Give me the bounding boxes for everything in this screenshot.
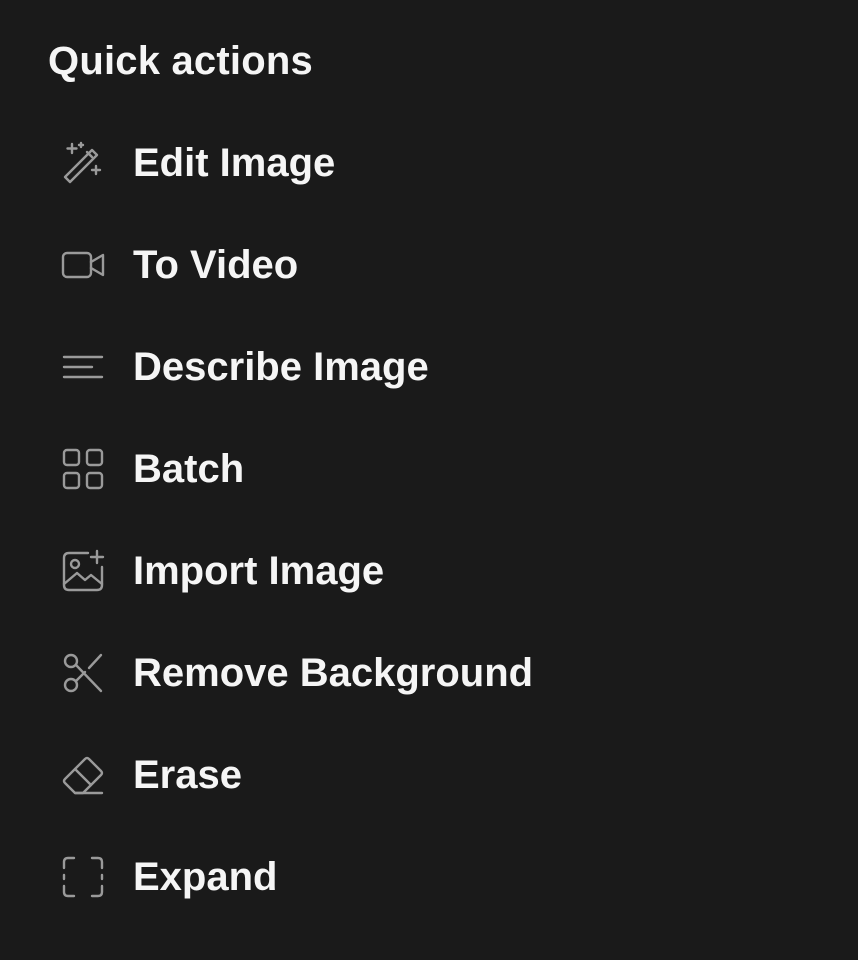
action-batch[interactable]: Batch (0, 418, 858, 520)
scissors-icon (61, 651, 105, 695)
action-import-image[interactable]: Import Image (0, 520, 858, 622)
eraser-icon (61, 753, 105, 797)
quick-actions-list: Edit Image To Video Describe Image Batch… (0, 112, 858, 928)
video-camera-icon (61, 243, 105, 287)
action-expand[interactable]: Expand (0, 826, 858, 928)
action-label: Remove Background (133, 651, 534, 695)
expand-frame-icon (61, 855, 105, 899)
action-erase[interactable]: Erase (0, 724, 858, 826)
action-label: Expand (133, 855, 278, 899)
text-lines-icon (61, 345, 105, 389)
panel-title: Quick actions (48, 39, 313, 83)
action-remove-background[interactable]: Remove Background (0, 622, 858, 724)
grid-icon (61, 447, 105, 491)
action-label: Edit Image (133, 141, 336, 185)
action-label: Erase (133, 753, 242, 797)
quick-actions-panel: Quick actions Edit Image To Video Descri… (0, 0, 858, 960)
image-plus-icon (61, 549, 105, 593)
magic-wand-icon (61, 141, 105, 185)
action-label: Batch (133, 447, 245, 491)
action-label: Describe Image (133, 345, 429, 389)
action-label: Import Image (133, 549, 385, 593)
action-label: To Video (133, 243, 299, 287)
action-describe-image[interactable]: Describe Image (0, 316, 858, 418)
action-to-video[interactable]: To Video (0, 214, 858, 316)
action-edit-image[interactable]: Edit Image (0, 112, 858, 214)
